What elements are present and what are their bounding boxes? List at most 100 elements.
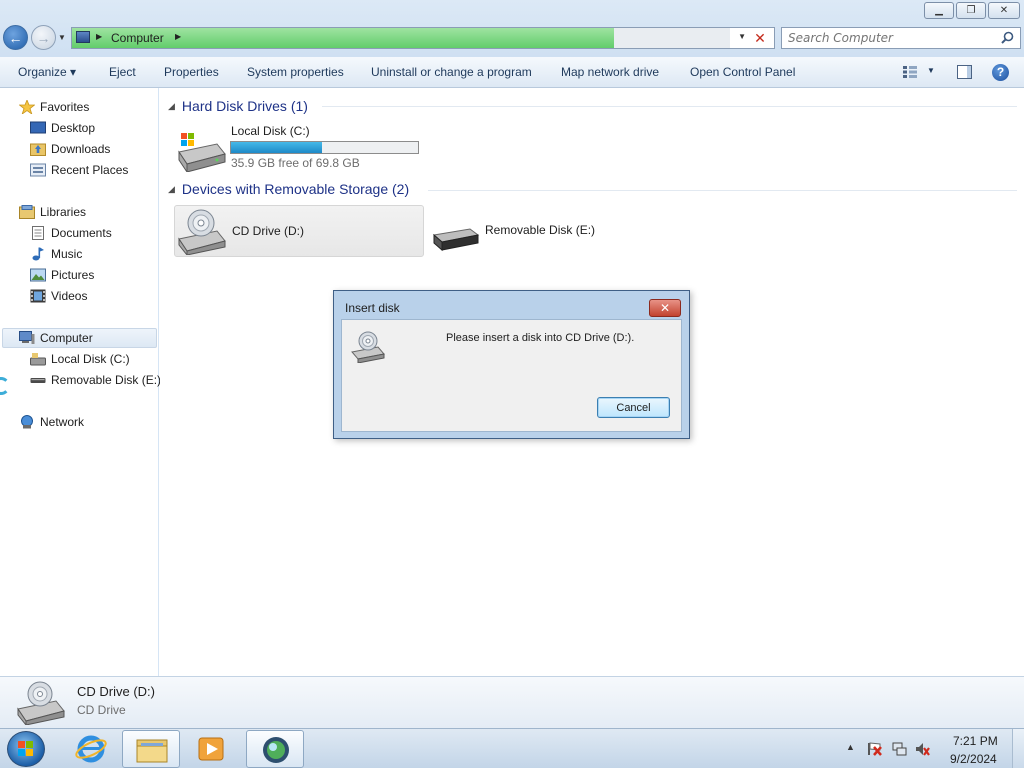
hard-drive-icon [178,133,226,172]
drive-tile-cd-drive[interactable]: CD Drive (D:) [174,205,424,257]
recent-pages-dropdown-icon[interactable]: ▼ [58,33,66,42]
show-desktop-button[interactable] [1012,729,1024,768]
drive-tile-removable-disk[interactable]: Removable Disk (E:) [428,205,678,257]
clock-date[interactable]: 9/2/2024 [950,752,997,766]
music-note-icon [32,247,44,261]
sidebar-item-removable-disk[interactable]: Removable Disk (E:) [30,370,161,390]
group-header-removable-storage[interactable]: ◢ Devices with Removable Storage (2) [168,181,409,197]
sidebar-item-local-disk[interactable]: Local Disk (C:) [30,349,130,369]
system-properties-button[interactable]: System properties [247,65,344,79]
help-icon[interactable]: ? [992,64,1009,81]
network-tray-icon[interactable] [892,742,907,756]
collapse-triangle-icon[interactable]: ◢ [168,184,175,195]
close-icon[interactable]: ✕ [988,2,1020,19]
computer-icon [76,31,90,43]
sidebar-item-videos[interactable]: Videos [30,286,87,306]
videos-film-icon [30,289,46,303]
search-input[interactable] [788,31,988,45]
sidebar-item-favorites[interactable]: Favorites [19,97,89,117]
sidebar-item-label: Libraries [40,205,87,219]
windows-logo-icon [18,741,33,756]
preview-pane-icon[interactable] [957,65,972,79]
window-controls: ▁ ❐ ✕ [924,2,1020,19]
uninstall-program-button[interactable]: Uninstall or change a program [371,65,532,79]
group-divider [322,106,1017,107]
organize-button[interactable]: Organize ▾ [18,65,76,79]
start-button[interactable] [7,731,45,767]
group-header-hard-disk-drives[interactable]: ◢ Hard Disk Drives (1) [168,98,308,114]
sidebar-item-label: Network [40,415,85,429]
change-view-icon[interactable] [903,66,917,78]
address-dropdown-icon[interactable]: ▼ [738,32,746,41]
sidebar-item-label: Downloads [51,142,111,156]
desktop-icon [30,121,46,134]
close-icon[interactable]: ✕ [649,299,681,317]
drive-name: Removable Disk (E:) [485,223,596,237]
sidebar-item-computer[interactable]: Computer [2,328,157,348]
search-box[interactable] [781,27,1021,49]
computer-icon [19,331,35,344]
window-titlebar: ▁ ❐ ✕ ← → ▼ ▶ Computer ▶ ▼ ✕ [0,0,1024,57]
sidebar-item-desktop[interactable]: Desktop [30,118,95,138]
sidebar-item-documents[interactable]: Documents [30,223,112,243]
disk-usage-bar [230,141,419,154]
sidebar-item-libraries[interactable]: Libraries [19,202,86,222]
dialog-body: Please insert a disk into CD Drive (D:).… [341,319,682,432]
properties-button[interactable]: Properties [164,65,219,79]
breadcrumb-computer[interactable]: Computer [111,31,164,45]
cd-drive-icon [178,209,226,255]
sidebar-item-recent-places[interactable]: Recent Places [30,160,128,180]
drive-free-space: 35.9 GB free of 69.8 GB [231,156,360,170]
drive-name: Local Disk (C:) [231,124,310,138]
insert-disk-dialog: Insert disk ✕ Please insert a disk into … [333,290,690,439]
open-control-panel-button[interactable]: Open Control Panel [690,65,795,79]
minimize-icon[interactable]: ▁ [924,2,954,19]
network-icon [21,415,33,429]
folder-icon [136,739,168,763]
breadcrumb-arrow-icon[interactable]: ▶ [96,32,102,41]
media-player-icon [198,737,224,761]
app-globe-icon [263,737,289,763]
sidebar-item-label: Pictures [51,268,95,282]
details-item-type: CD Drive [77,703,126,717]
map-network-drive-button[interactable]: Map network drive [561,65,659,79]
collapse-triangle-icon[interactable]: ◢ [168,101,175,112]
cd-drive-icon [351,331,385,363]
breadcrumb-arrow-icon[interactable]: ▶ [175,32,181,41]
drive-tile-local-disk[interactable]: Local Disk (C:) 35.9 GB free of 69.8 GB [174,122,434,174]
volume-muted-icon[interactable] [915,742,930,756]
sidebar-item-label: Local Disk (C:) [51,352,130,366]
eject-button[interactable]: Eject [109,65,136,79]
search-icon[interactable] [1001,31,1014,44]
hard-drive-icon [30,353,46,366]
sidebar-item-label: Favorites [40,100,90,114]
show-hidden-icons-icon[interactable]: ▲ [846,742,861,756]
address-progress-track [614,28,730,48]
sidebar-item-pictures[interactable]: Pictures [30,265,94,285]
removable-disk-icon [432,228,480,252]
action-center-flag-icon[interactable] [867,742,882,756]
stop-icon[interactable]: ✕ [751,29,769,47]
taskbar-internet-explorer[interactable] [62,730,120,768]
usb-drive-icon [30,378,46,383]
address-bar[interactable]: ▶ Computer ▶ ▼ ✕ [71,27,775,49]
view-options-dropdown-icon[interactable]: ▼ [927,66,935,75]
sidebar-item-downloads[interactable]: Downloads [30,139,110,159]
restore-icon[interactable]: ❐ [956,2,986,19]
clock-time[interactable]: 7:21 PM [953,734,998,748]
cd-drive-icon [17,681,65,725]
taskbar-media-player[interactable] [182,730,240,768]
taskbar-active-app[interactable] [246,730,304,768]
sidebar-item-network[interactable]: Network [19,412,84,432]
taskbar-windows-explorer[interactable] [122,730,180,768]
forward-arrow-icon[interactable]: → [31,25,56,50]
sidebar-item-label: Removable Disk (E:) [51,373,162,387]
details-item-name: CD Drive (D:) [77,684,155,699]
dialog-message: Please insert a disk into CD Drive (D:). [446,332,635,344]
sidebar-item-music[interactable]: Music [30,244,82,264]
sidebar-item-label: Documents [51,226,112,240]
command-bar: Organize ▾ Eject Properties System prope… [0,57,1024,88]
cancel-button[interactable]: Cancel [597,397,670,418]
documents-icon [32,226,44,240]
back-arrow-icon[interactable]: ← [3,25,28,50]
